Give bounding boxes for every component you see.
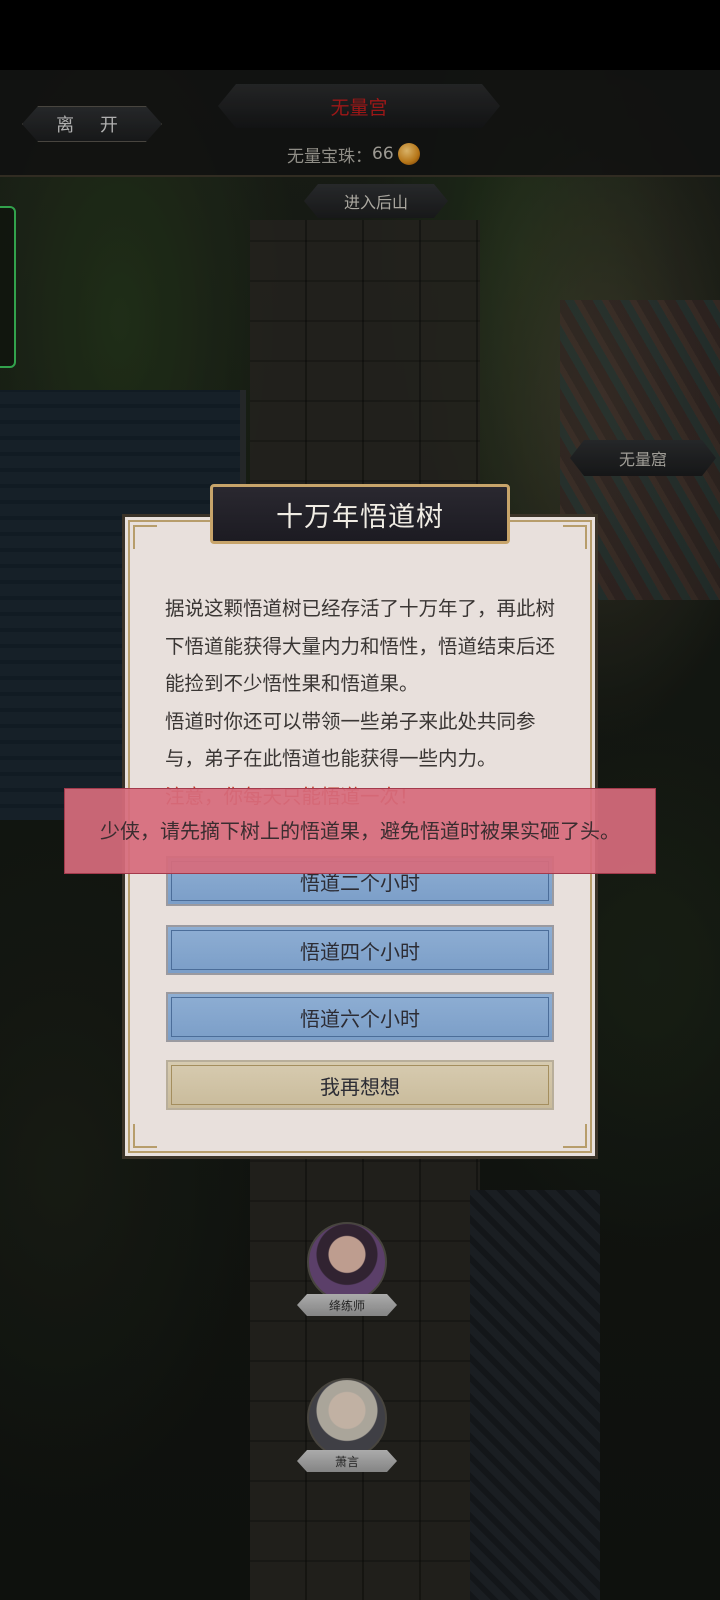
meditate-four-hours-button[interactable]: 悟道四个小时: [166, 925, 554, 975]
option-label: 悟道六个小时: [300, 1006, 420, 1031]
toast-message: 少侠，请先摘下树上的悟道果，避免悟道时被果实砸了头。: [64, 788, 656, 874]
dialog-description: 据说这颗悟道树已经存活了十万年了，再此树下悟道能获得大量内力和悟性，悟道结束后还…: [165, 590, 565, 815]
corner-ornament: [133, 525, 157, 549]
corner-ornament: [563, 525, 587, 549]
corner-ornament: [133, 1124, 157, 1148]
meditate-six-hours-button[interactable]: 悟道六个小时: [166, 992, 554, 1042]
option-label: 我再想想: [320, 1074, 400, 1099]
reconsider-button[interactable]: 我再想想: [166, 1060, 554, 1110]
option-label: 悟道四个小时: [300, 939, 420, 964]
dialog-title: 十万年悟道树: [210, 484, 510, 544]
description-paragraph: 据说这颗悟道树已经存活了十万年了，再此树下悟道能获得大量内力和悟性，悟道结束后还…: [165, 597, 556, 695]
description-paragraph: 悟道时你还可以带领一些弟子来此处共同参与，弟子在此悟道也能获得一些内力。: [165, 709, 536, 771]
corner-ornament: [563, 1124, 587, 1148]
